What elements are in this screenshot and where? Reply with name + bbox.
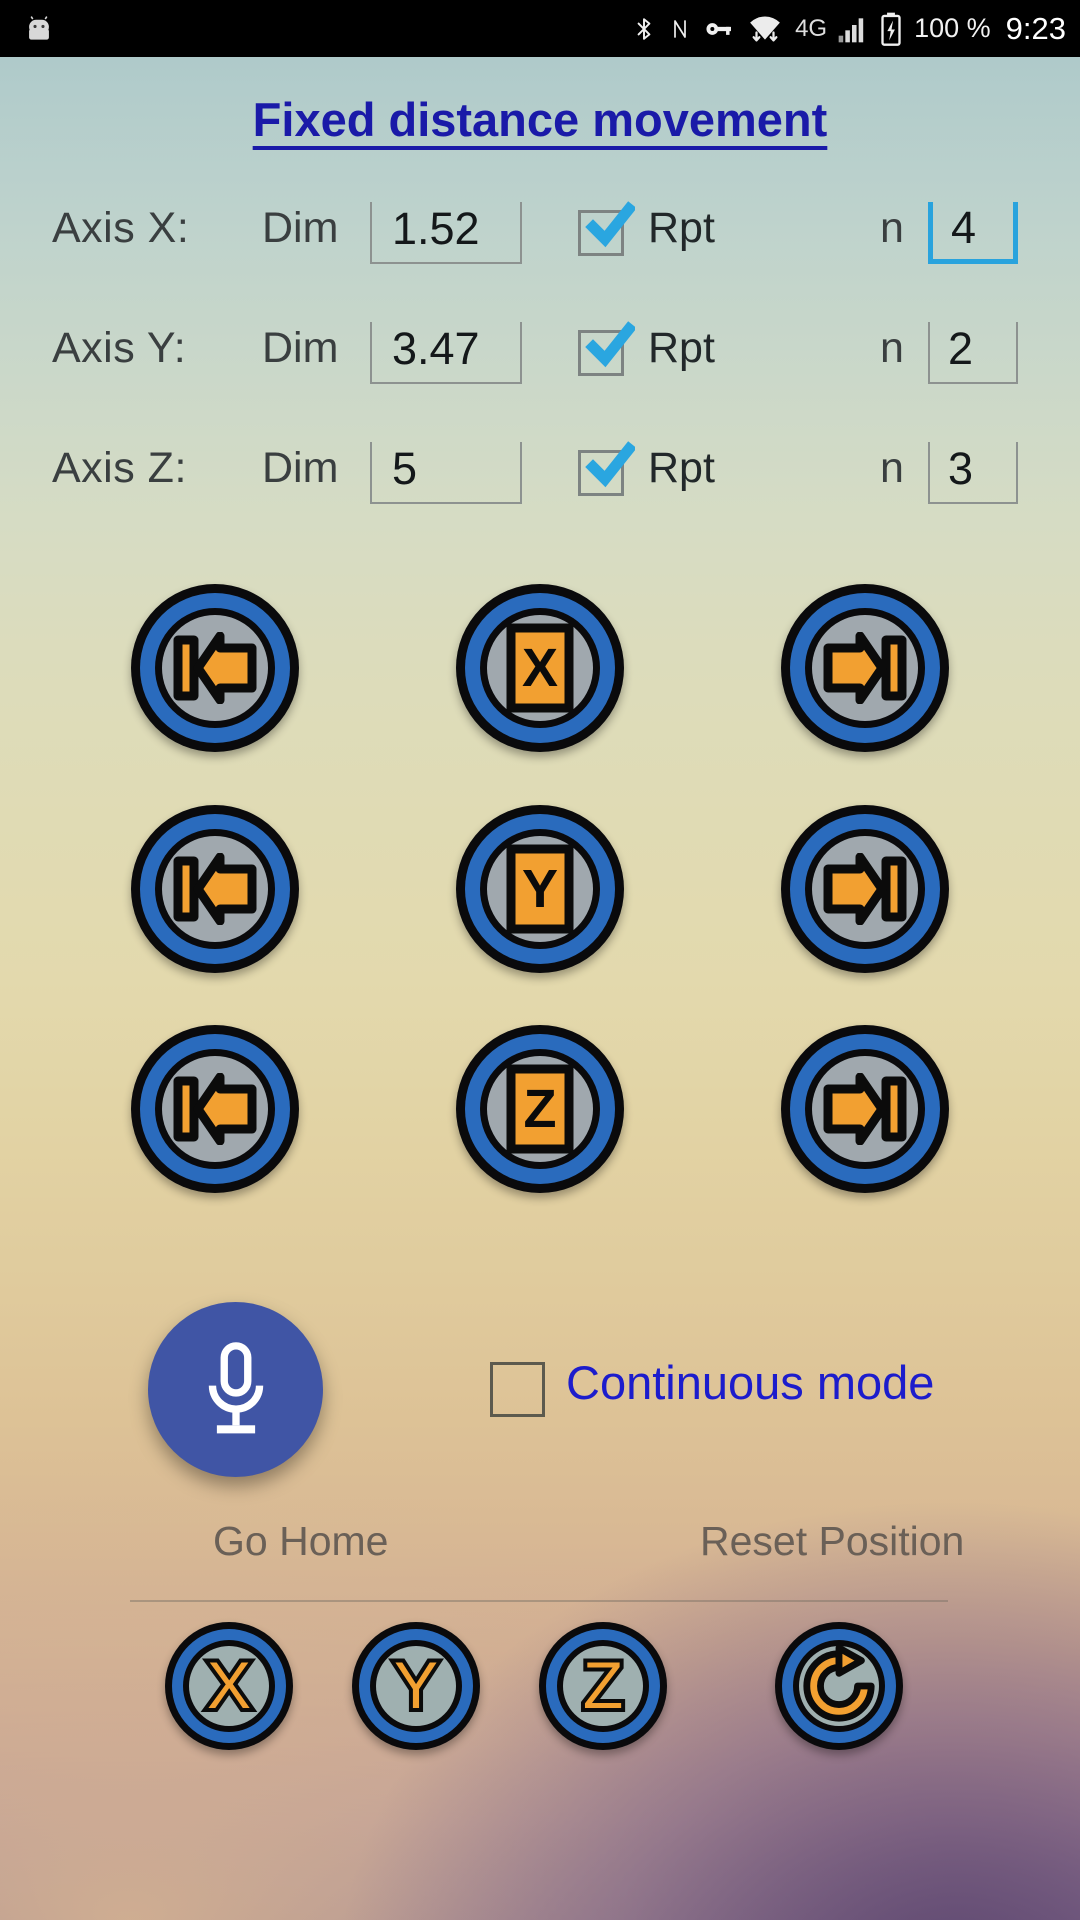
svg-text:Y: Y [522, 859, 558, 919]
letter-y-icon: Y [390, 1646, 442, 1726]
axis-z-label: Axis Z: [52, 444, 187, 492]
svg-text:X: X [207, 1648, 251, 1722]
axis-z-n-input[interactable] [928, 442, 1018, 504]
status-bar-right: 4G 100 % 9:23 [631, 11, 1080, 47]
continuous-mode-label: Continuous mode [566, 1356, 935, 1409]
svg-text:X: X [522, 638, 558, 698]
jog-y-axis-button[interactable]: Y [456, 805, 624, 973]
jog-y-negative-button[interactable] [131, 805, 299, 973]
axis-x-dim-label: Dim [262, 204, 339, 252]
status-bar-left [0, 12, 56, 46]
jog-x-axis-button[interactable]: X [456, 584, 624, 752]
page-title: Fixed distance movement [252, 93, 828, 146]
button-face [162, 615, 268, 721]
button-face [162, 1056, 268, 1162]
axis-row-z: Axis Z: Dim Rpt n [0, 436, 1080, 546]
go-home-label: Go Home [213, 1518, 389, 1564]
reset-position-button[interactable] [775, 1622, 903, 1750]
axis-y-label: Axis Y: [52, 324, 187, 372]
skip-previous-arrow-icon [173, 632, 257, 704]
jog-x-positive-button[interactable] [781, 584, 949, 752]
button-face [812, 1056, 918, 1162]
button-face: Z [487, 1056, 593, 1162]
svg-text:Y: Y [394, 1648, 438, 1722]
reset-position-label: Reset Position [700, 1518, 965, 1564]
axis-row-y: Axis Y: Dim Rpt n [0, 316, 1080, 426]
cell-signal-icon [836, 13, 868, 45]
clock-label: 9:23 [1005, 10, 1066, 46]
jog-z-negative-button[interactable] [131, 1025, 299, 1193]
axis-x-n-label: n [880, 204, 904, 252]
axis-z-dim-input[interactable] [370, 442, 522, 504]
button-face [812, 836, 918, 942]
axis-z-n-label: n [880, 444, 904, 492]
axis-y-dim-label: Dim [262, 324, 339, 372]
axis-z-rpt-checkbox[interactable] [578, 441, 635, 496]
skip-next-arrow-icon [823, 853, 907, 925]
app-screen: 4G 100 % 9:23 Fixed distance movement Ax… [0, 0, 1080, 1920]
jog-z-axis-button[interactable]: Z [456, 1025, 624, 1193]
axis-x-rpt-checkbox[interactable] [578, 201, 635, 256]
letter-x-icon: X [203, 1646, 255, 1726]
jog-y-positive-button[interactable] [781, 805, 949, 973]
skip-next-arrow-icon [823, 1073, 907, 1145]
jog-x-negative-button[interactable] [131, 584, 299, 752]
checkmark-icon [585, 201, 635, 248]
battery-charging-icon [879, 12, 903, 46]
axis-z-dim-label: Dim [262, 444, 339, 492]
axis-x-dim-input[interactable] [370, 202, 522, 264]
letter-z-icon: Z [579, 1646, 627, 1726]
button-face: Y [487, 836, 593, 942]
axis-x-label: Axis X: [52, 204, 190, 252]
axis-y-n-input[interactable] [928, 322, 1018, 384]
voice-command-button[interactable] [148, 1302, 323, 1477]
svg-text:Z: Z [583, 1648, 623, 1722]
network-type-label: 4G [795, 14, 828, 42]
axis-z-letter-icon: Z [506, 1064, 574, 1154]
skip-previous-arrow-icon [173, 1073, 257, 1145]
skip-previous-arrow-icon [173, 853, 257, 925]
button-face: Y [376, 1646, 456, 1726]
skip-next-arrow-icon [823, 632, 907, 704]
button-face [812, 615, 918, 721]
vpn-key-icon [703, 12, 735, 46]
axis-y-n-label: n [880, 324, 904, 372]
axis-row-x: Axis X: Dim Rpt n [0, 196, 1080, 306]
axis-y-letter-icon: Y [506, 844, 574, 934]
axis-y-rpt-checkbox[interactable] [578, 321, 635, 376]
status-bar: 4G 100 % 9:23 [0, 0, 1080, 57]
android-robot-icon [22, 12, 56, 46]
button-face: Z [563, 1646, 643, 1726]
refresh-rotate-icon [803, 1645, 875, 1722]
axis-x-n-input[interactable] [928, 202, 1018, 264]
jog-z-positive-button[interactable] [781, 1025, 949, 1193]
button-face [799, 1645, 879, 1726]
footer-divider [130, 1600, 948, 1602]
nfc-icon [668, 12, 692, 46]
bluetooth-icon [631, 12, 657, 46]
svg-text:Z: Z [524, 1079, 557, 1139]
axis-x-letter-icon: X [506, 623, 574, 713]
go-home-y-button[interactable]: Y [352, 1622, 480, 1750]
checkmark-icon [585, 321, 635, 368]
button-face: X [189, 1646, 269, 1726]
go-home-z-button[interactable]: Z [539, 1622, 667, 1750]
battery-percent-label: 100 % [914, 13, 991, 43]
continuous-mode-checkbox[interactable] [490, 1362, 545, 1417]
checkmark-icon [585, 441, 635, 488]
axis-y-rpt-label: Rpt [648, 324, 715, 372]
axis-z-rpt-label: Rpt [648, 444, 715, 492]
microphone-icon [208, 1341, 263, 1433]
wifi-icon [746, 12, 784, 46]
axis-x-rpt-label: Rpt [648, 204, 715, 252]
axis-y-dim-input[interactable] [370, 322, 522, 384]
button-face [162, 836, 268, 942]
go-home-x-button[interactable]: X [165, 1622, 293, 1750]
button-face: X [487, 615, 593, 721]
